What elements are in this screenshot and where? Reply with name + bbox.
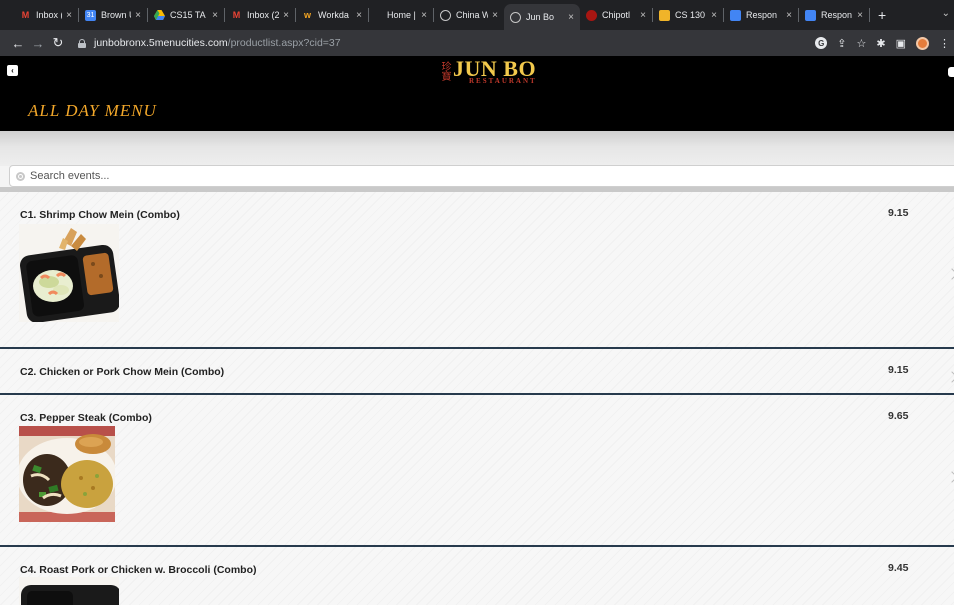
chevron-right-icon[interactable]: [946, 268, 954, 280]
kebab-menu-icon[interactable]: ⋮: [939, 37, 950, 50]
reload-icon[interactable]: ↻: [48, 35, 68, 51]
list-item[interactable]: C3. Pepper Steak (Combo) 9.65: [0, 395, 954, 547]
tab-label: Jun Bo: [526, 12, 555, 22]
close-icon[interactable]: ×: [492, 10, 498, 21]
tab-label: Inbox (3: [36, 10, 62, 20]
new-tab-button[interactable]: +: [878, 7, 886, 23]
site-header: ‹ 珍寶 JUN BO RESTAURANT ALL DAY MENU: [0, 56, 954, 131]
logo-subtitle: RESTAURANT: [469, 77, 537, 85]
item-price: 9.65: [888, 410, 909, 422]
lock-icon: [78, 38, 86, 48]
search-placeholder: Search events...: [30, 170, 110, 182]
forms-icon: [730, 9, 741, 21]
close-icon[interactable]: ×: [568, 12, 574, 23]
close-icon[interactable]: ×: [66, 10, 72, 21]
decorative-strip: [0, 131, 954, 166]
tab-chipotle[interactable]: Chipotl ×: [580, 4, 652, 26]
chevron-right-icon[interactable]: [946, 371, 954, 383]
item-name[interactable]: C4. Roast Pork or Chicken w. Broccoli (C…: [20, 564, 256, 576]
tab-inbox-2[interactable]: M Inbox (2 ×: [225, 4, 295, 26]
tab-jun-bo[interactable]: Jun Bo ×: [504, 4, 580, 30]
page-title: ALL DAY MENU: [28, 101, 157, 120]
close-icon[interactable]: ×: [857, 10, 863, 21]
tab-label: CS15 TA: [170, 10, 206, 20]
tab-inbox-1[interactable]: M Inbox (3 ×: [14, 4, 78, 26]
tab-cs15[interactable]: CS15 TA ×: [148, 4, 224, 26]
tab-cs130[interactable]: CS 130 ×: [653, 4, 723, 26]
avatar[interactable]: [916, 36, 929, 50]
tab-label: China W: [456, 10, 489, 20]
tab-label: Brown U: [101, 10, 131, 20]
tab-workday[interactable]: w Workda ×: [296, 4, 368, 26]
item-name[interactable]: C3. Pepper Steak (Combo): [20, 412, 152, 424]
bookmark-star-icon[interactable]: ☆: [857, 37, 867, 50]
url-path: /productlist.aspx?cid=37: [227, 37, 341, 49]
list-item[interactable]: C4. Roast Pork or Chicken w. Broccoli (C…: [0, 547, 954, 605]
google-icon[interactable]: G: [815, 37, 828, 49]
close-icon[interactable]: ×: [421, 10, 427, 21]
extensions-puzzle-icon[interactable]: ✱: [876, 37, 885, 50]
tab-home[interactable]: Home | ×: [369, 4, 433, 26]
tab-label: Workda: [318, 10, 349, 20]
share-icon[interactable]: ⇪: [837, 37, 846, 50]
address-bar[interactable]: junbobronx.5menucities.com/productlist.a…: [78, 30, 341, 56]
side-panel-icon[interactable]: ▣: [896, 37, 906, 50]
close-icon[interactable]: ×: [786, 10, 792, 21]
item-price: 9.15: [888, 207, 909, 219]
drive-icon: [154, 10, 165, 21]
restaurant-logo[interactable]: 珍寶 JUN BO RESTAURANT: [437, 56, 537, 86]
calendar-icon: 31: [85, 9, 96, 21]
close-icon[interactable]: ×: [283, 10, 289, 21]
item-photo-shrimp-chow-mein[interactable]: [19, 224, 119, 322]
gmail-icon: M: [21, 10, 30, 20]
item-price: 9.45: [888, 562, 909, 574]
cart-button[interactable]: [948, 67, 954, 77]
list-item[interactable]: C2. Chicken or Pork Chow Mein (Combo) 9.…: [0, 349, 954, 395]
browser-toolbar: ← → ↻ junbobronx.5menucities.com/product…: [0, 30, 954, 56]
browser-tab-bar: M Inbox (3 × 31 Brown U × CS15 TA × M In…: [0, 0, 954, 30]
tab-label: CS 130: [675, 10, 706, 20]
close-icon[interactable]: ×: [356, 10, 362, 21]
tab-china-wok[interactable]: China W ×: [434, 4, 504, 26]
tab-label: Home |: [387, 10, 416, 20]
url-host: junbobronx.5menucities.com: [94, 37, 228, 49]
list-item[interactable]: C1. Shrimp Chow Mein (Combo) 9.15: [0, 192, 954, 349]
tab-brown[interactable]: 31 Brown U ×: [79, 4, 147, 26]
profile-icon: [659, 9, 670, 21]
chipotle-icon: [586, 9, 597, 21]
close-icon[interactable]: ×: [212, 10, 218, 21]
forward-arrow-icon[interactable]: →: [28, 36, 48, 51]
tab-label: Chipotl: [602, 10, 631, 20]
item-photo-roast-pork-broccoli[interactable]: [19, 577, 119, 605]
gmail-icon: M: [232, 10, 241, 20]
item-name[interactable]: C2. Chicken or Pork Chow Mein (Combo): [20, 366, 224, 378]
logo-name: JUN BO: [453, 56, 537, 81]
chevron-right-icon[interactable]: [946, 471, 954, 483]
tab-responses-1[interactable]: Respon ×: [724, 4, 798, 26]
close-icon[interactable]: ×: [135, 10, 141, 21]
globe-icon: [440, 9, 451, 21]
item-price: 9.15: [888, 364, 909, 376]
logo-seal: 珍寶: [439, 61, 450, 81]
tab-responses-2[interactable]: Respon ×: [799, 4, 869, 26]
tab-label: Inbox (2: [247, 10, 280, 20]
back-arrow-icon[interactable]: ←: [8, 36, 28, 51]
item-name[interactable]: C1. Shrimp Chow Mein (Combo): [20, 209, 180, 221]
search-input[interactable]: Search events...: [9, 165, 954, 187]
search-icon: [16, 171, 25, 181]
close-icon[interactable]: ×: [640, 10, 646, 21]
tab-label: Respon: [821, 10, 853, 20]
close-icon[interactable]: ×: [711, 10, 717, 21]
tab-search-chevron-icon[interactable]: ⌄: [942, 8, 950, 19]
workday-icon: w: [303, 10, 311, 20]
tab-label: Respon: [746, 10, 778, 20]
collapse-button[interactable]: ‹: [7, 65, 18, 76]
globe-icon: [510, 11, 521, 23]
item-photo-pepper-steak[interactable]: [19, 426, 115, 522]
forms-icon: [805, 9, 816, 21]
